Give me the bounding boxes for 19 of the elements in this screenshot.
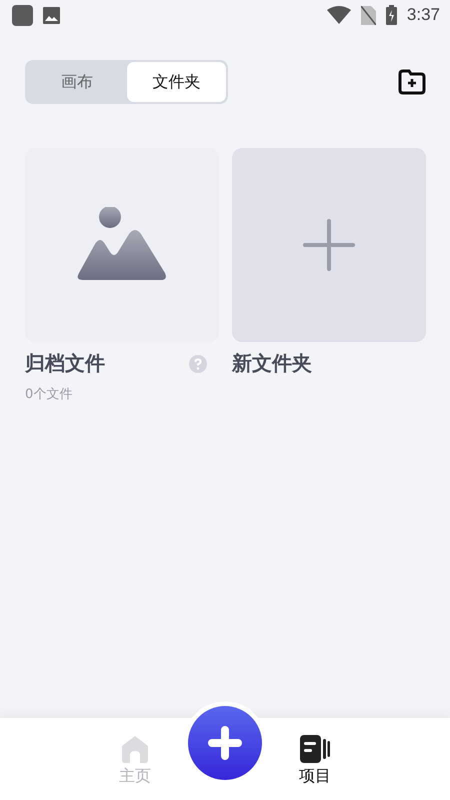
home-icon [119,734,151,764]
file-count: 0个文件 [25,386,74,403]
status-time: 3:37 [406,5,440,25]
folder-name: 归档文件 [25,350,105,377]
wifi-icon [326,6,351,24]
segment-tab[interactable]: 画布 [27,62,126,102]
plus-icon [303,219,355,271]
no-sim-icon [360,6,376,24]
nav-tab[interactable]: 项目 [280,718,350,800]
segment-tab[interactable]: 文件夹 [126,62,226,102]
image-placeholder-icon [75,207,169,283]
notification-icon [12,4,33,26]
new-folder-icon[interactable] [398,69,426,95]
plus-icon [208,726,242,760]
notebook-icon [299,734,331,764]
folder-name: 新文件夹 [232,350,312,377]
image-icon [43,6,60,24]
battery-icon [386,5,397,25]
folder-card[interactable] [25,148,219,342]
